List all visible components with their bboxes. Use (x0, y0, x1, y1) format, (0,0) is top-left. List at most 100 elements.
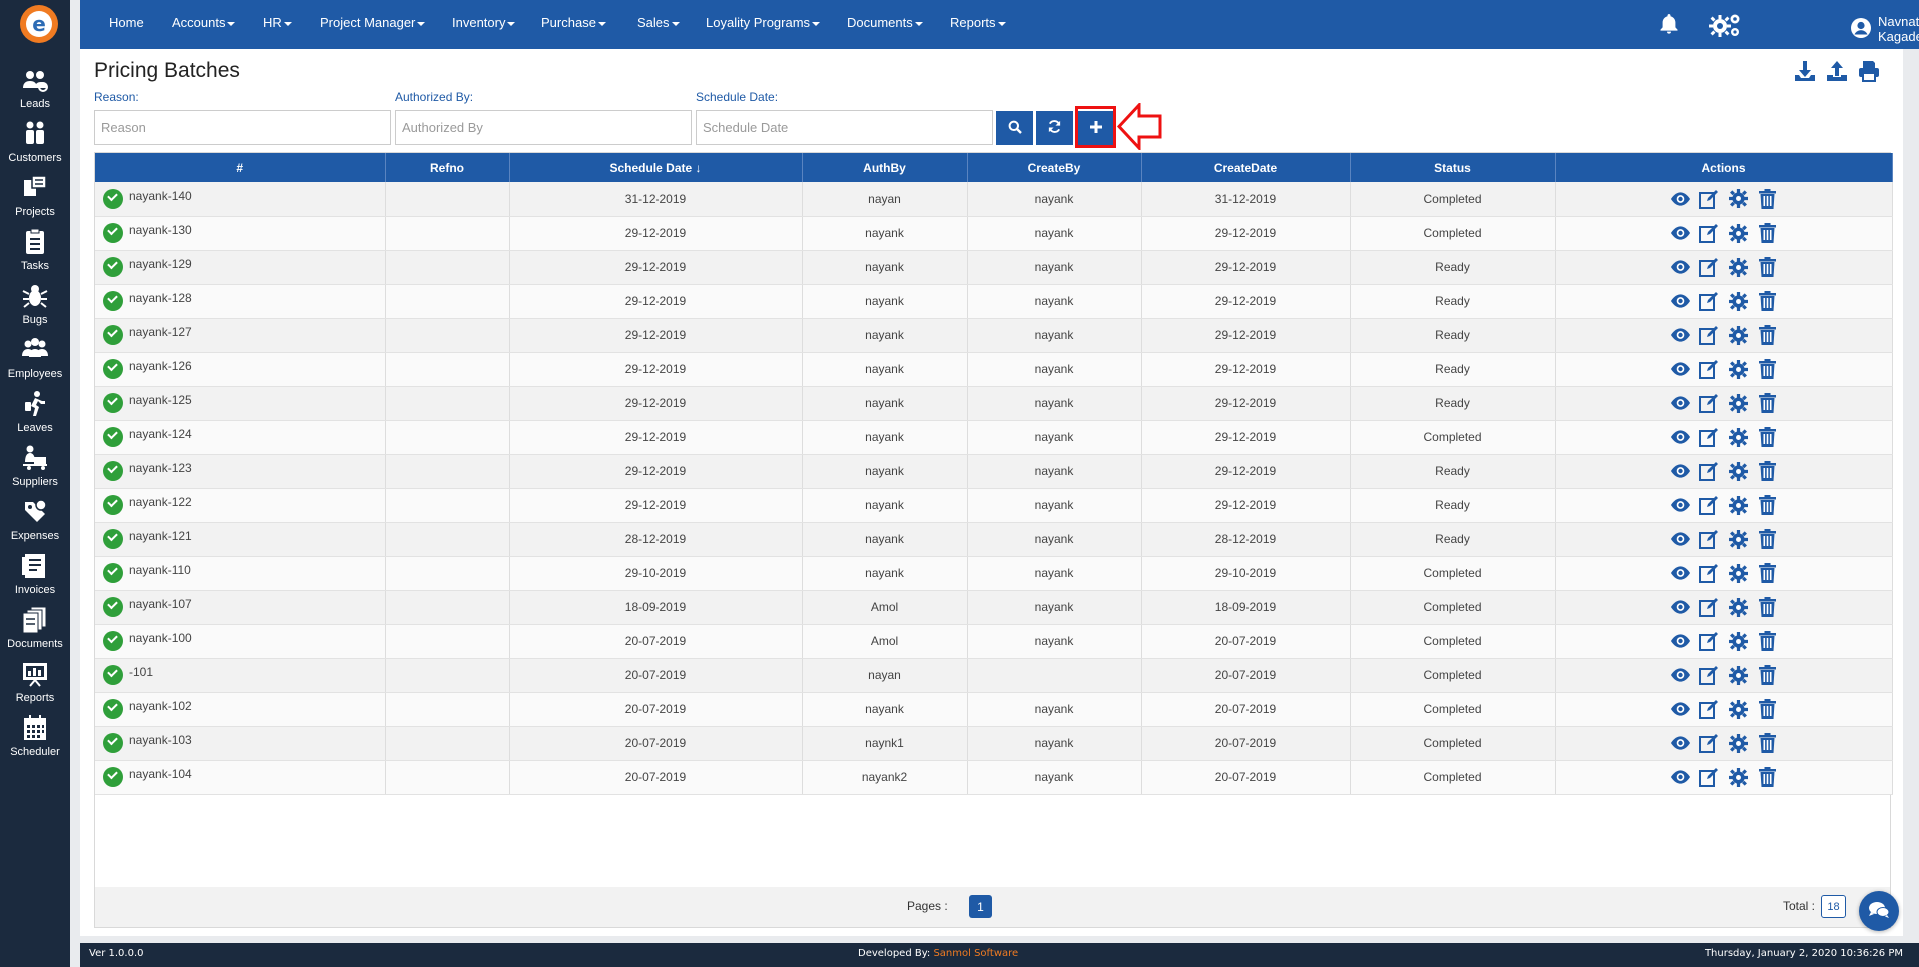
settings-gear-icon[interactable] (1728, 461, 1749, 482)
settings-gear-icon[interactable] (1728, 563, 1749, 584)
delete-trash-icon[interactable] (1757, 393, 1778, 414)
delete-trash-icon[interactable] (1757, 699, 1778, 720)
schedule-date-input[interactable] (696, 110, 993, 145)
nav-item-sales[interactable]: Sales (637, 15, 680, 30)
delete-trash-icon[interactable] (1757, 733, 1778, 754)
view-eye-icon[interactable] (1670, 325, 1691, 346)
edit-icon[interactable] (1699, 563, 1720, 584)
delete-trash-icon[interactable] (1757, 597, 1778, 618)
col-header-createdate[interactable]: CreateDate (1141, 153, 1351, 182)
settings-gear-icon[interactable] (1728, 529, 1749, 550)
view-eye-icon[interactable] (1670, 461, 1691, 482)
bell-icon[interactable] (1657, 12, 1681, 39)
settings-gear-icon[interactable] (1728, 427, 1749, 448)
delete-trash-icon[interactable] (1757, 767, 1778, 788)
nav-item-purchase[interactable]: Purchase (541, 15, 606, 30)
col-header-schedule-date[interactable]: Schedule Date ↓ (509, 153, 803, 182)
view-eye-icon[interactable] (1670, 257, 1691, 278)
sidebar-item-suppliers[interactable]: Suppliers (0, 444, 70, 488)
delete-trash-icon[interactable] (1757, 631, 1778, 652)
sidebar-item-leaves[interactable]: Leaves (0, 390, 70, 434)
view-eye-icon[interactable] (1670, 427, 1691, 448)
delete-trash-icon[interactable] (1757, 325, 1778, 346)
settings-gear-icon[interactable] (1728, 188, 1749, 209)
nav-item-accounts[interactable]: Accounts (172, 15, 236, 30)
sidebar-item-documents[interactable]: Documents (0, 606, 70, 650)
view-eye-icon[interactable] (1670, 665, 1691, 686)
nav-item-hr[interactable]: HR (263, 15, 292, 30)
settings-gear-icon[interactable] (1728, 665, 1749, 686)
sidebar-item-projects[interactable]: Projects (0, 174, 70, 218)
print-icon[interactable] (1857, 59, 1881, 86)
settings-gear-icon[interactable] (1728, 597, 1749, 618)
settings-gear-icon[interactable] (1728, 631, 1749, 652)
edit-icon[interactable] (1699, 223, 1720, 244)
delete-trash-icon[interactable] (1757, 359, 1778, 380)
settings-gear-icon[interactable] (1728, 257, 1749, 278)
nav-item-project-manager[interactable]: Project Manager (320, 15, 426, 30)
settings-gear-icon[interactable] (1728, 393, 1749, 414)
view-eye-icon[interactable] (1670, 563, 1691, 584)
view-eye-icon[interactable] (1670, 699, 1691, 720)
settings-gear-icon[interactable] (1728, 223, 1749, 244)
col-header-createby[interactable]: CreateBy (967, 153, 1142, 182)
edit-icon[interactable] (1699, 393, 1720, 414)
view-eye-icon[interactable] (1670, 733, 1691, 754)
view-eye-icon[interactable] (1670, 529, 1691, 550)
edit-icon[interactable] (1699, 529, 1720, 550)
edit-icon[interactable] (1699, 699, 1720, 720)
edit-icon[interactable] (1699, 291, 1720, 312)
edit-icon[interactable] (1699, 495, 1720, 516)
sidebar-item-leads[interactable]: Leads (0, 66, 70, 110)
settings-gear-icon[interactable] (1728, 733, 1749, 754)
edit-icon[interactable] (1699, 733, 1720, 754)
settings-gear-icon[interactable] (1728, 291, 1749, 312)
delete-trash-icon[interactable] (1757, 563, 1778, 584)
nav-item-documents[interactable]: Documents (847, 15, 923, 30)
search-button[interactable] (996, 111, 1033, 145)
view-eye-icon[interactable] (1670, 359, 1691, 380)
delete-trash-icon[interactable] (1757, 223, 1778, 244)
view-eye-icon[interactable] (1670, 188, 1691, 209)
nav-item-home[interactable]: Home (109, 15, 144, 30)
refresh-button[interactable] (1036, 111, 1073, 145)
page-1-button[interactable]: 1 (969, 895, 992, 918)
settings-gear-icon[interactable] (1728, 359, 1749, 380)
view-eye-icon[interactable] (1670, 223, 1691, 244)
edit-icon[interactable] (1699, 631, 1720, 652)
nav-item-inventory[interactable]: Inventory (452, 15, 516, 30)
authorized-by-input[interactable] (395, 110, 692, 145)
chat-button[interactable] (1859, 891, 1899, 931)
sidebar-item-employees[interactable]: Employees (0, 336, 70, 380)
nav-item-loyality-programs[interactable]: Loyality Programs (706, 15, 821, 30)
sidebar-item-reports[interactable]: Reports (0, 660, 70, 704)
view-eye-icon[interactable] (1670, 393, 1691, 414)
reason-input[interactable] (94, 110, 391, 145)
delete-trash-icon[interactable] (1757, 188, 1778, 209)
edit-icon[interactable] (1699, 597, 1720, 618)
edit-icon[interactable] (1699, 665, 1720, 686)
sidebar-item-scheduler[interactable]: Scheduler (0, 714, 70, 758)
edit-icon[interactable] (1699, 461, 1720, 482)
user-menu[interactable]: Navnath Kagade (1850, 14, 1919, 44)
delete-trash-icon[interactable] (1757, 529, 1778, 550)
settings-gear-icon[interactable] (1728, 699, 1749, 720)
download-icon[interactable] (1793, 59, 1817, 86)
col-header-refno[interactable]: Refno (385, 153, 510, 182)
view-eye-icon[interactable] (1670, 767, 1691, 788)
settings-gear-icon[interactable] (1728, 325, 1749, 346)
col-header-authby[interactable]: AuthBy (802, 153, 968, 182)
sidebar-item-expenses[interactable]: Expenses (0, 498, 70, 542)
edit-icon[interactable] (1699, 188, 1720, 209)
view-eye-icon[interactable] (1670, 597, 1691, 618)
edit-icon[interactable] (1699, 427, 1720, 448)
sidebar-item-tasks[interactable]: Tasks (0, 228, 70, 272)
view-eye-icon[interactable] (1670, 495, 1691, 516)
edit-icon[interactable] (1699, 767, 1720, 788)
edit-icon[interactable] (1699, 359, 1720, 380)
delete-trash-icon[interactable] (1757, 427, 1778, 448)
edit-icon[interactable] (1699, 325, 1720, 346)
app-logo[interactable]: e (20, 5, 58, 43)
delete-trash-icon[interactable] (1757, 461, 1778, 482)
sidebar-item-invoices[interactable]: Invoices (0, 552, 70, 596)
